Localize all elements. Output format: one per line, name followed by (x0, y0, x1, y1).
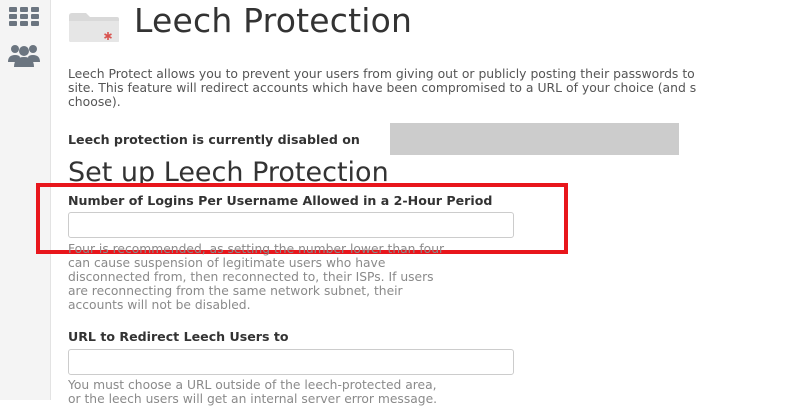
help-line: can cause suspension of legitimate users… (68, 256, 386, 270)
intro-description: Leech Protect allows you to prevent your… (68, 67, 800, 109)
logins-input[interactable] (68, 212, 514, 238)
help-line: Four is recommended, as setting the numb… (68, 242, 445, 256)
intro-line: Leech Protect allows you to prevent your… (68, 66, 695, 81)
redirect-help: You must choose a URL outside of the lee… (68, 378, 538, 406)
grid-icon[interactable] (8, 6, 40, 32)
logins-help: Four is recommended, as setting the numb… (68, 242, 538, 312)
redacted-domain (390, 123, 679, 155)
main-content: Leech Protection Leech Protect allows yo… (36, 0, 800, 406)
intro-line: site. This feature will redirect account… (68, 80, 697, 95)
status-text: Leech protection is currently disabled o… (68, 132, 360, 147)
intro-line: choose). (68, 94, 121, 109)
users-icon[interactable] (8, 42, 40, 68)
redirect-url-input[interactable] (68, 349, 514, 375)
help-line: or the leech users will get an internal … (68, 392, 438, 406)
help-line: You must choose a URL outside of the lee… (68, 378, 437, 392)
page-title: Leech Protection (134, 1, 413, 40)
help-line: accounts will not be disabled. (68, 298, 251, 312)
redirect-url-label: URL to Redirect Leech Users to (68, 329, 289, 344)
folder-icon (68, 12, 120, 43)
help-line: are reconnecting from the same network s… (68, 284, 403, 298)
logins-label: Number of Logins Per Username Allowed in… (68, 193, 493, 208)
help-line: disconnected from, then reconnected to, … (68, 270, 434, 284)
